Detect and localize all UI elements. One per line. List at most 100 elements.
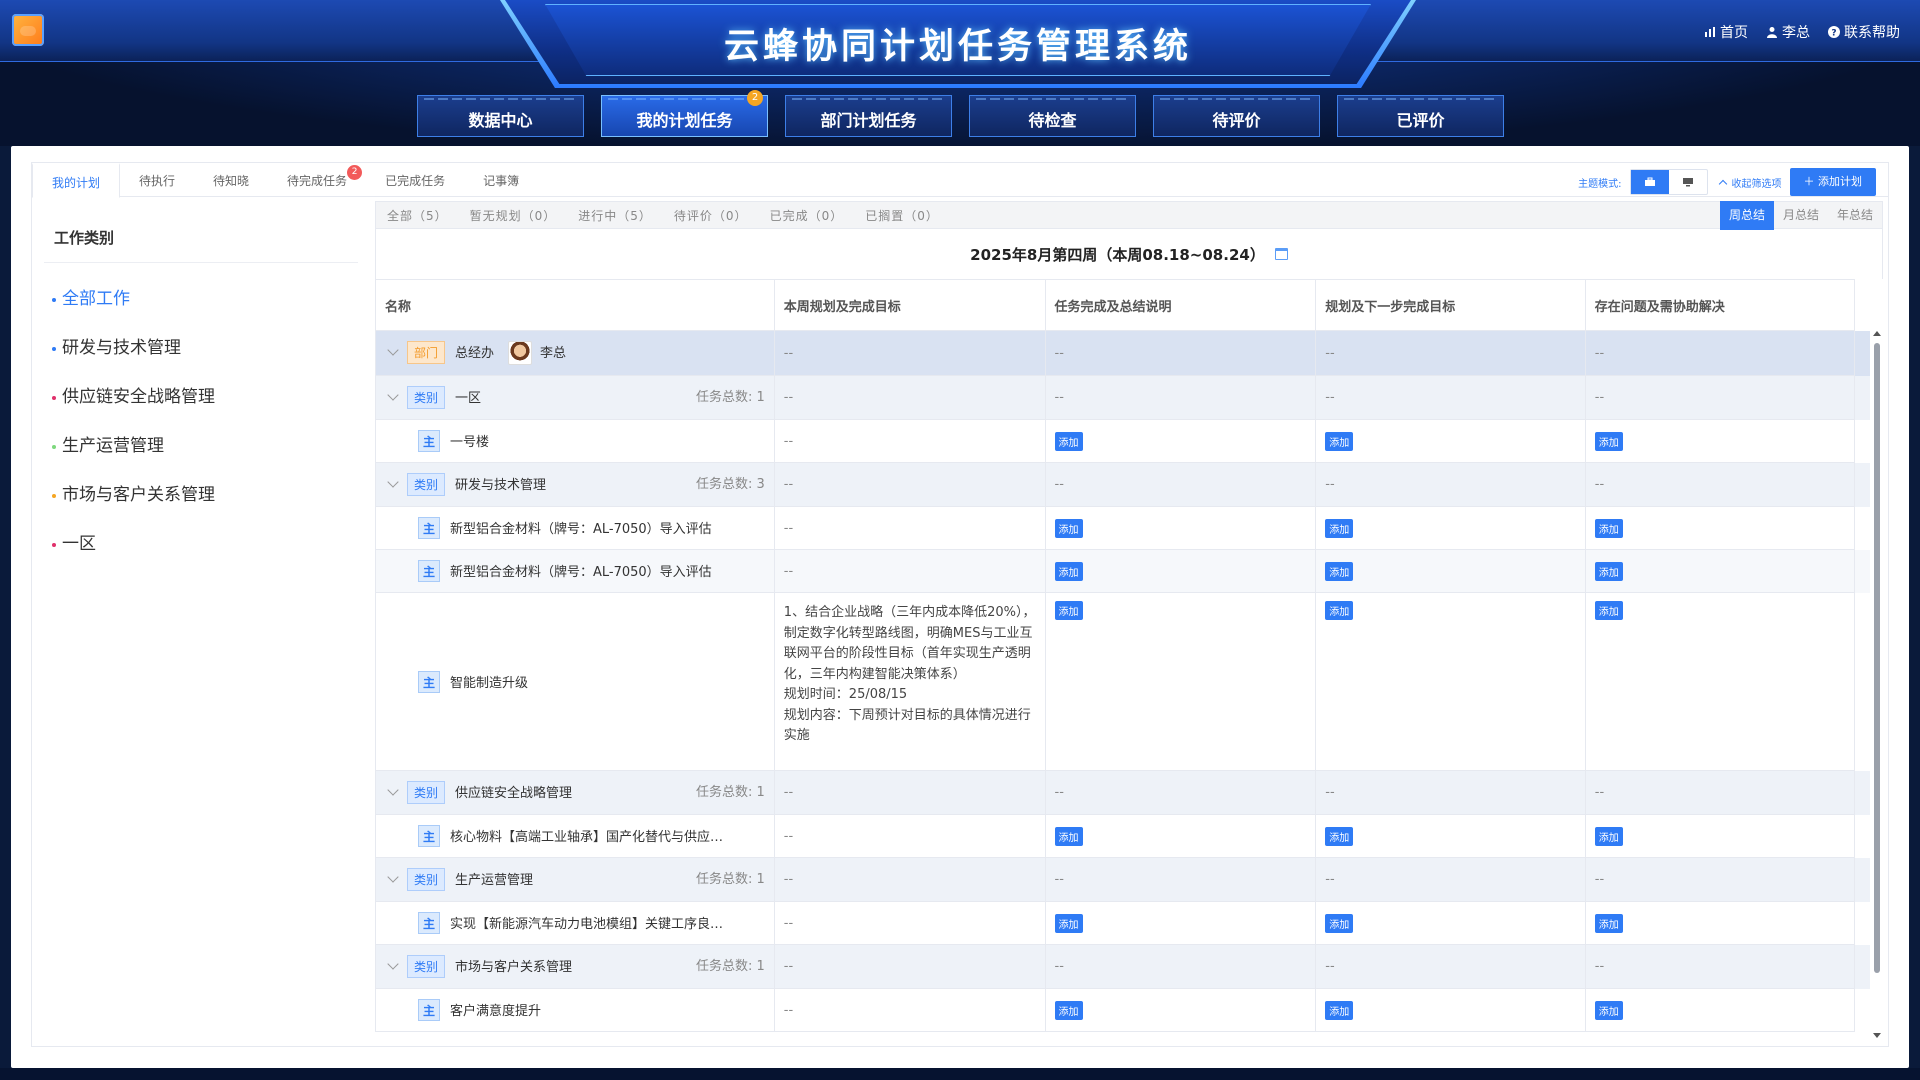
calendar-icon[interactable] <box>1274 248 1288 260</box>
task-row[interactable]: 主核心物料【高端工业轴承】国产化替代与供应… -- 添加 添加 添加 <box>375 814 1870 858</box>
add-button[interactable]: 添加 <box>1594 1000 1623 1020</box>
nav-tab-pending-review[interactable]: 待评价 <box>1153 95 1320 137</box>
cell-dash: -- <box>1315 944 1586 989</box>
task-row[interactable]: 主实现【新能源汽车动力电池模组】关键工序良… -- 添加 添加 添加 <box>375 901 1870 945</box>
add-button[interactable]: 添加 <box>1594 561 1623 581</box>
bullet-dot <box>52 395 56 400</box>
add-button[interactable]: 添加 <box>1325 913 1354 933</box>
sidebar-item-zone1[interactable]: 一区 <box>44 520 358 569</box>
add-button[interactable]: 添加 <box>1054 561 1083 581</box>
task-row[interactable]: 主新型铝合金材料（牌号：AL-7050）导入评估 -- 添加 添加 添加 <box>375 549 1870 593</box>
scroll-gutter <box>1854 375 1870 420</box>
theme-screen-button[interactable] <box>1669 170 1707 194</box>
task-row[interactable]: 主客户满意度提升 -- 添加 添加 添加 <box>375 988 1870 1032</box>
add-button[interactable]: 添加 <box>1054 601 1083 620</box>
app-header: 云蜂协同计划任务管理系统 首页 李总 ? 联系帮助 数据中心 我的计划任务 2 部… <box>0 0 1920 146</box>
table-scrollbar[interactable] <box>1871 329 1883 1040</box>
add-button[interactable]: 添加 <box>1325 826 1354 846</box>
add-button[interactable]: 添加 <box>1054 518 1083 538</box>
sidebar-item-all-work[interactable]: 全部工作 <box>44 275 358 324</box>
filter-shelved[interactable]: 已搁置（0） <box>854 207 950 224</box>
filter-pending-review[interactable]: 待评价（0） <box>663 207 759 224</box>
chevron-down-icon[interactable] <box>387 344 399 356</box>
nav-tab-my-plan-tasks[interactable]: 我的计划任务 2 <box>601 90 768 137</box>
add-button[interactable]: 添加 <box>1054 826 1083 846</box>
help-link[interactable]: ? 联系帮助 <box>1828 22 1900 42</box>
sidebar-item-rd[interactable]: 研发与技术管理 <box>44 324 358 373</box>
add-button[interactable]: 添加 <box>1594 601 1623 620</box>
content-panel: 我的计划 待执行 待知晓 待完成任务 2 已完成任务 记事簿 主题模式: 收起筛选… <box>11 146 1909 1068</box>
content-panel-inner: 我的计划 待执行 待知晓 待完成任务 2 已完成任务 记事簿 主题模式: 收起筛选… <box>31 162 1889 1047</box>
add-button[interactable]: 添加 <box>1594 518 1623 538</box>
period-month[interactable]: 月总结 <box>1774 201 1828 230</box>
nav-tab-pending-check[interactable]: 待检查 <box>969 95 1136 137</box>
filter-done[interactable]: 已完成（0） <box>759 207 855 224</box>
scroll-thumb[interactable] <box>1874 343 1880 973</box>
add-button[interactable]: 添加 <box>1054 431 1083 451</box>
add-button[interactable]: 添加 <box>1054 1000 1083 1020</box>
app-logo-icon[interactable] <box>12 14 44 46</box>
chevron-down-icon[interactable] <box>387 476 399 488</box>
add-button[interactable]: 添加 <box>1594 826 1623 846</box>
subtab-completed[interactable]: 已完成任务 <box>366 163 464 197</box>
cell-dash: -- <box>773 419 1046 463</box>
sidebar-item-production[interactable]: 生产运营管理 <box>44 422 358 471</box>
add-button[interactable]: 添加 <box>1325 431 1354 451</box>
category-name: 一区 <box>455 391 482 406</box>
filter-in-progress[interactable]: 进行中（5） <box>567 207 663 224</box>
add-button[interactable]: 添加 <box>1054 913 1083 933</box>
category-row[interactable]: 类别 供应链安全战略管理 任务总数: 1 -- -- -- -- <box>375 770 1870 815</box>
add-cell: 添加 <box>1584 901 1856 945</box>
chevron-down-icon[interactable] <box>387 389 399 401</box>
task-row[interactable]: 主新型铝合金材料（牌号：AL-7050）导入评估 -- 添加 添加 添加 <box>375 506 1870 550</box>
cell-dash: -- <box>1044 375 1317 420</box>
cell-dash: -- <box>773 330 1046 376</box>
category-row[interactable]: 类别 市场与客户关系管理 任务总数: 1 -- -- -- -- <box>375 944 1870 989</box>
chevron-down-icon[interactable] <box>387 958 399 970</box>
add-button[interactable]: 添加 <box>1594 431 1623 451</box>
scroll-up-arrow-icon[interactable] <box>1873 331 1881 336</box>
filter-no-plan[interactable]: 暂无规划（0） <box>459 207 568 224</box>
dept-row[interactable]: 部门 总经办 李总 -- -- -- -- <box>375 330 1870 376</box>
user-link[interactable]: 李总 <box>1766 22 1810 42</box>
period-year[interactable]: 年总结 <box>1828 201 1882 230</box>
add-button[interactable]: 添加 <box>1325 601 1354 620</box>
subtab-to-execute[interactable]: 待执行 <box>120 163 194 197</box>
sidebar-item-label: 市场与客户关系管理 <box>62 485 215 505</box>
task-row[interactable]: 主智能制造升级 1、结合企业战略（三年内成本降低20%），制定数字化转型路线图，明… <box>375 592 1870 771</box>
period-week[interactable]: 周总结 <box>1719 201 1774 230</box>
bullet-dot <box>52 493 56 498</box>
collapse-filters-link[interactable]: 收起筛选项 <box>1716 175 1782 190</box>
sidebar-item-label: 全部工作 <box>62 289 130 309</box>
nav-tab-dept-plan-tasks[interactable]: 部门计划任务 <box>785 95 952 137</box>
sidebar-item-supply-chain[interactable]: 供应链安全战略管理 <box>44 373 358 422</box>
nav-tab-reviewed[interactable]: 已评价 <box>1337 95 1504 137</box>
category-name: 生产运营管理 <box>455 873 534 888</box>
cell-dash: -- <box>1315 770 1586 815</box>
sidebar-item-market[interactable]: 市场与客户关系管理 <box>44 471 358 520</box>
nav-tab-label: 待检查 <box>1028 111 1077 130</box>
nav-tab-data-center[interactable]: 数据中心 <box>417 95 584 137</box>
theme-light-button[interactable] <box>1630 170 1669 194</box>
task-name: 一号楼 <box>450 435 490 450</box>
task-row[interactable]: 主一号楼 -- 添加 添加 添加 <box>375 419 1870 463</box>
subtab-my-plan[interactable]: 我的计划 <box>32 163 121 198</box>
home-link[interactable]: 首页 <box>1704 22 1748 42</box>
subtab-notebook[interactable]: 记事簿 <box>464 163 538 197</box>
filter-all[interactable]: 全部（5） <box>376 207 459 224</box>
add-button[interactable]: 添加 <box>1325 561 1354 581</box>
category-row[interactable]: 类别 研发与技术管理 任务总数: 3 -- -- -- -- <box>375 462 1870 507</box>
chevron-down-icon[interactable] <box>387 784 399 796</box>
category-row[interactable]: 类别 生产运营管理 任务总数: 1 -- -- -- -- <box>375 857 1870 902</box>
add-button[interactable]: 添加 <box>1325 1000 1354 1020</box>
add-plan-button[interactable]: ＋ 添加计划 <box>1789 168 1876 196</box>
scroll-down-arrow-icon[interactable] <box>1873 1033 1881 1038</box>
cell-dash: -- <box>1044 770 1317 815</box>
cell-dash: -- <box>1584 857 1856 902</box>
add-button[interactable]: 添加 <box>1325 518 1354 538</box>
subtab-to-complete[interactable]: 待完成任务 2 <box>268 163 366 197</box>
add-button[interactable]: 添加 <box>1594 913 1623 933</box>
subtab-to-acknowledge[interactable]: 待知晓 <box>194 163 268 197</box>
category-row[interactable]: 类别 一区 任务总数: 1 -- -- -- -- <box>375 375 1870 420</box>
chevron-down-icon[interactable] <box>387 871 399 883</box>
